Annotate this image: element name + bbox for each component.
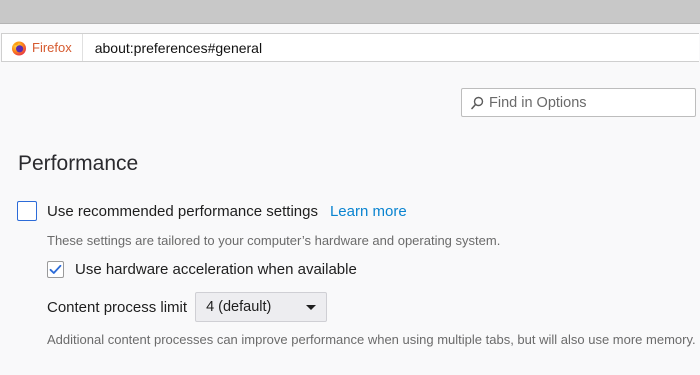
tab-strip xyxy=(0,0,700,24)
hardware-acceleration-label[interactable]: Use hardware acceleration when available xyxy=(75,261,357,278)
hardware-acceleration-checkbox[interactable] xyxy=(47,261,64,278)
performance-heading: Performance xyxy=(18,152,139,175)
find-in-options-input[interactable] xyxy=(489,94,679,111)
chevron-down-icon xyxy=(306,304,317,310)
firefox-logo-icon xyxy=(12,41,26,55)
url-bar[interactable]: Firefox about:preferences#general xyxy=(1,33,699,62)
content-process-limit-value: 4 (default) xyxy=(206,299,272,315)
checkmark-icon xyxy=(49,264,62,274)
recommended-performance-checkbox[interactable] xyxy=(17,201,37,221)
find-in-options-box[interactable] xyxy=(461,88,696,117)
identity-box[interactable]: Firefox xyxy=(2,34,83,61)
learn-more-link[interactable]: Learn more xyxy=(330,203,407,220)
preferences-content: Performance Use recommended performance … xyxy=(0,68,700,375)
recommended-performance-row: Use recommended performance settings Lea… xyxy=(17,201,407,221)
url-text[interactable]: about:preferences#general xyxy=(95,40,262,56)
identity-label: Firefox xyxy=(32,40,72,55)
recommended-performance-label[interactable]: Use recommended performance settings xyxy=(47,203,318,220)
content-process-limit-dropdown[interactable]: 4 (default) xyxy=(195,292,328,322)
recommended-performance-description: These settings are tailored to your comp… xyxy=(47,233,501,248)
hardware-acceleration-row: Use hardware acceleration when available xyxy=(47,261,357,278)
navigation-toolbar: Firefox about:preferences#general xyxy=(0,24,700,68)
content-process-limit-description: Additional content processes can improve… xyxy=(47,332,696,347)
content-process-limit-row: Content process limit 4 (default) xyxy=(47,292,328,322)
content-process-limit-label: Content process limit xyxy=(47,298,188,316)
search-icon xyxy=(471,96,484,109)
